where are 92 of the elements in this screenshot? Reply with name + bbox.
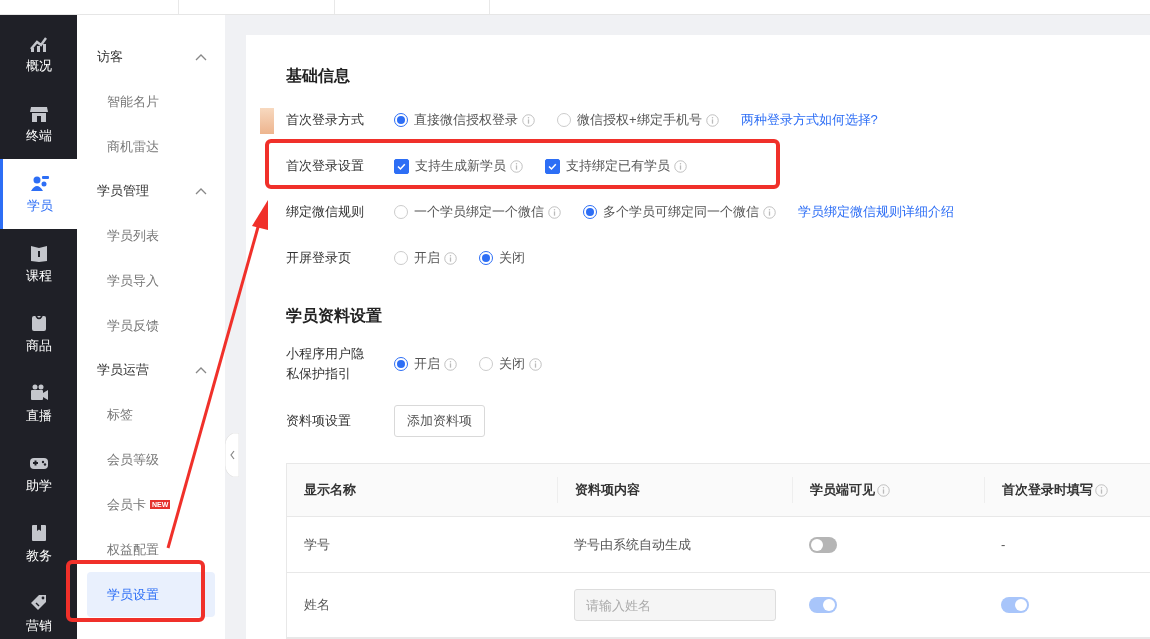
table-cell-text: 学号 xyxy=(303,535,331,554)
nav-item[interactable]: 教务 xyxy=(0,509,77,579)
menu-item[interactable]: 会员等级 xyxy=(77,437,225,482)
toggle-switch[interactable] xyxy=(809,536,837,553)
form-label: 小程序用户隐私保护指引 xyxy=(286,345,365,383)
menu-item[interactable]: 学员导入 xyxy=(77,258,225,303)
nav-label: 营销 xyxy=(25,617,52,635)
nav-icon xyxy=(28,383,49,403)
option-label: 支持绑定已有学员 xyxy=(566,157,670,175)
nav-label: 直播 xyxy=(25,407,52,425)
form-label: 绑定微信规则 xyxy=(286,203,365,221)
radio-button[interactable] xyxy=(479,357,493,371)
menu-group-header[interactable]: 学员管理 xyxy=(77,169,225,213)
form-label: 资料项设置 xyxy=(286,412,352,430)
nav-label: 商品 xyxy=(25,337,52,355)
menu-item[interactable]: 学员设置 xyxy=(87,572,215,617)
group-title: 访客 xyxy=(97,48,123,66)
option-label: 微信授权+绑定手机号 xyxy=(577,111,702,129)
section-title: 基础信息 xyxy=(286,65,351,86)
option-label: 一个学员绑定一个微信 xyxy=(414,203,544,221)
name-input[interactable]: 请输入姓名 xyxy=(574,589,776,621)
menu-item[interactable]: 学员列表 xyxy=(77,213,225,258)
nav-label: 课程 xyxy=(25,267,52,285)
nav-item[interactable]: 商品 xyxy=(0,299,77,369)
nav-icon xyxy=(30,173,50,193)
info-icon[interactable] xyxy=(763,205,776,219)
nav-label: 终端 xyxy=(25,127,52,145)
menu-item[interactable]: 权益配置 xyxy=(77,527,225,572)
option-label: 关闭 xyxy=(499,355,525,373)
info-icon[interactable] xyxy=(522,113,535,127)
nav-label: 学员 xyxy=(27,197,53,215)
nav-item[interactable]: 课程 xyxy=(0,229,77,299)
menu-item[interactable]: 智能名片 xyxy=(77,79,225,124)
table-cell-text: 学号由系统自动生成 xyxy=(573,535,692,554)
toggle-switch[interactable] xyxy=(809,597,837,613)
option-label: 直接微信授权登录 xyxy=(414,111,518,129)
nav-label: 教务 xyxy=(25,547,52,565)
help-link[interactable]: 学员绑定微信规则详细介绍 xyxy=(798,203,954,221)
radio-button[interactable] xyxy=(583,205,597,219)
section-title: 学员资料设置 xyxy=(286,305,383,326)
option-label: 多个学员可绑定同一个微信 xyxy=(603,203,759,221)
radio-button[interactable] xyxy=(394,205,408,219)
nav-label: 概况 xyxy=(25,57,52,75)
column-header: 学员端可见 xyxy=(810,481,875,499)
group-title: 学员管理 xyxy=(97,182,149,200)
menu-group-header[interactable]: 访客 xyxy=(77,35,225,79)
form-label: 首次登录设置 xyxy=(286,157,365,175)
info-icon[interactable] xyxy=(674,159,687,173)
form-label: 首次登录方式 xyxy=(286,111,365,129)
checkbox[interactable] xyxy=(545,158,560,174)
radio-button[interactable] xyxy=(557,113,571,127)
table-cell-text: 姓名 xyxy=(303,596,331,614)
option-label: 开启 xyxy=(414,249,440,267)
nav-icon xyxy=(28,243,49,263)
radio-button[interactable] xyxy=(394,251,408,265)
menu-item[interactable]: 学员反馈 xyxy=(77,303,225,348)
info-icon[interactable] xyxy=(529,357,542,371)
add-field-button[interactable]: 添加资料项 xyxy=(394,405,485,437)
nav-item[interactable]: 营销 xyxy=(0,579,77,639)
column-header: 资料项内容 xyxy=(575,481,640,499)
nav-item[interactable]: 助学 xyxy=(0,439,77,509)
nav-item[interactable]: 学员 xyxy=(0,159,77,229)
menu-item[interactable]: 标签 xyxy=(77,392,225,437)
column-header: 显示名称 xyxy=(304,481,356,499)
info-icon[interactable] xyxy=(705,113,719,127)
checkbox[interactable] xyxy=(394,158,409,174)
info-icon[interactable] xyxy=(444,357,457,371)
option-label: 支持生成新学员 xyxy=(415,157,506,175)
radio-button[interactable] xyxy=(394,113,408,127)
nav-item[interactable]: 终端 xyxy=(0,89,77,159)
radio-button[interactable] xyxy=(394,357,408,371)
menu-group-header[interactable]: 学员运营 xyxy=(77,348,225,392)
option-label: 关闭 xyxy=(499,249,525,267)
group-title: 学员运营 xyxy=(97,361,149,379)
info-icon[interactable] xyxy=(877,483,890,497)
radio-button[interactable] xyxy=(479,251,493,265)
info-icon[interactable] xyxy=(510,159,523,173)
nav-item[interactable]: 概况 xyxy=(0,19,77,89)
form-label: 开屏登录页 xyxy=(286,249,352,267)
option-label: 开启 xyxy=(414,355,440,373)
menu-item[interactable]: 商机雷达 xyxy=(77,124,225,169)
table-cell-text: - xyxy=(1000,537,1007,552)
collapse-handle[interactable] xyxy=(225,433,239,477)
info-icon[interactable] xyxy=(1095,483,1108,497)
info-icon[interactable] xyxy=(548,205,561,219)
nav-label: 助学 xyxy=(25,477,52,495)
help-link[interactable]: 两种登录方式如何选择? xyxy=(740,111,878,129)
info-icon[interactable] xyxy=(444,251,457,265)
toggle-switch[interactable] xyxy=(1001,597,1029,613)
column-header: 首次登录时填写 xyxy=(1002,481,1093,499)
nav-item[interactable]: 直播 xyxy=(0,369,77,439)
blurred-patch xyxy=(260,108,274,134)
